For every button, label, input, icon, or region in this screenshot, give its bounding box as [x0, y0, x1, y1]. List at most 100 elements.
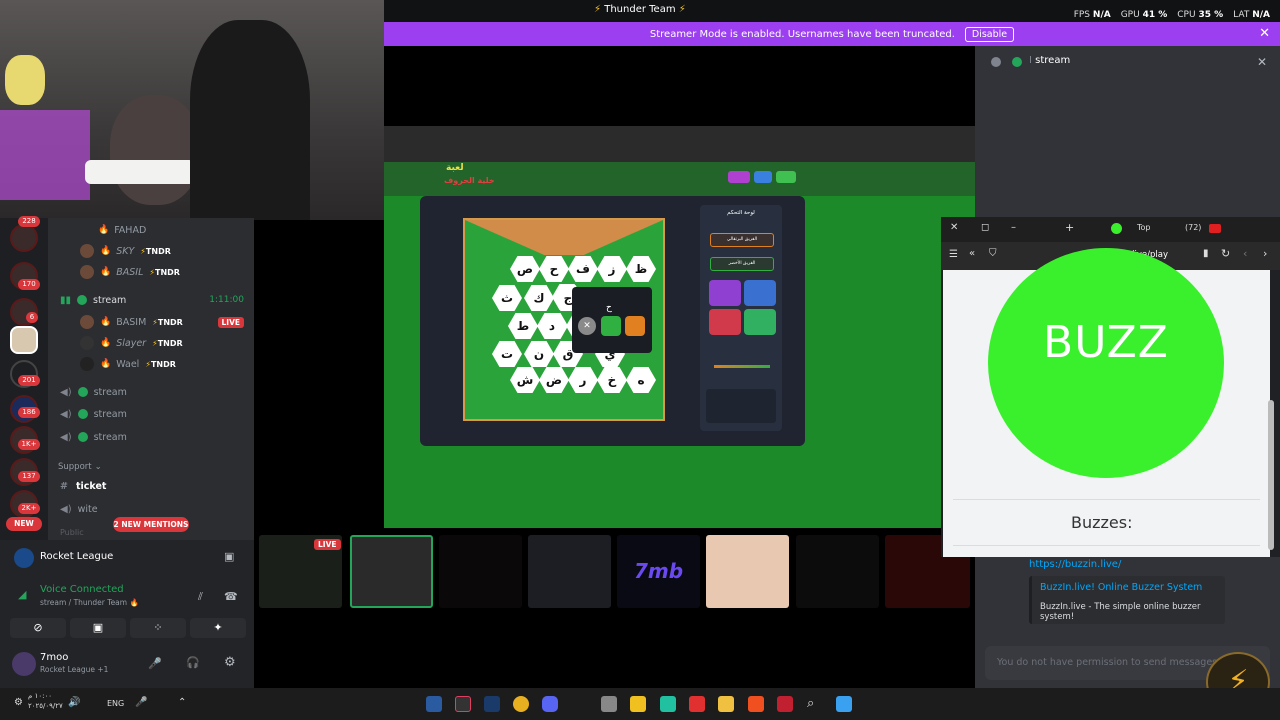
participant-tile[interactable]	[706, 535, 789, 608]
control-button[interactable]	[709, 309, 741, 335]
voice-member[interactable]: 🔥 FAHAD	[48, 221, 254, 239]
obs-icon[interactable]	[455, 696, 471, 712]
hex-cell[interactable]: ص	[510, 256, 540, 282]
participant-tile[interactable]: LIVE	[259, 535, 342, 608]
app-icon[interactable]	[777, 696, 793, 712]
hex-cell[interactable]: ن	[524, 341, 554, 367]
control-button[interactable]	[744, 309, 776, 335]
new-tab-icon[interactable]: +	[1065, 221, 1074, 234]
clear-button[interactable]: ✕	[578, 317, 596, 335]
chevron-up-icon[interactable]: ⌃	[178, 697, 186, 708]
app-icon[interactable]	[660, 696, 676, 712]
close-icon[interactable]: ✕	[950, 222, 958, 233]
voice-channel-stream[interactable]: ▮▮ stream 1:11:00	[48, 291, 254, 309]
tray-icon[interactable]: ⚙	[14, 697, 23, 708]
timer-bar[interactable]	[714, 365, 770, 368]
control-button[interactable]	[709, 280, 741, 306]
browser-tab[interactable]: Top	[1137, 223, 1151, 232]
search-icon[interactable]: ⌕	[807, 696, 823, 712]
clock[interactable]: ١٠:٠٠ م ٢٠٢٥/٠٩/٢٧	[28, 691, 63, 711]
hex-cell[interactable]: ظ	[626, 256, 656, 282]
new-mentions-pill[interactable]: 2 NEW MENTIONS	[113, 517, 189, 532]
hex-cell[interactable]: ح	[539, 256, 569, 282]
team-orange-label[interactable]: الفريق البرتقالي	[710, 233, 774, 247]
participant-tile[interactable]	[350, 535, 433, 608]
hex-cell[interactable]: ث	[492, 285, 522, 311]
orange-team-button[interactable]	[625, 316, 645, 336]
control-button[interactable]	[744, 280, 776, 306]
steam-icon[interactable]	[484, 696, 500, 712]
headphones-icon[interactable]: 🎧	[186, 656, 200, 669]
youtube-icon[interactable]	[1209, 224, 1221, 233]
category-support[interactable]: Support ⌄	[48, 458, 254, 476]
disable-button[interactable]: Disable	[964, 26, 1015, 42]
screen-share-button[interactable]: ▣	[70, 618, 126, 638]
participant-tile[interactable]	[439, 535, 522, 608]
forward-icon[interactable]: ›	[1263, 247, 1267, 260]
soundboard-button[interactable]: ✦	[190, 618, 246, 638]
browser-tab-count[interactable]: (72)	[1185, 223, 1201, 232]
embed-title[interactable]: BuzzIn.live! Online Buzzer System	[1040, 582, 1202, 593]
voice-channel-wite[interactable]: ◀) wite	[48, 500, 254, 518]
microphone-icon[interactable]: 🎤	[135, 697, 147, 708]
hex-cell[interactable]: ت	[492, 341, 522, 367]
hex-cell[interactable]: ف	[568, 256, 598, 282]
voice-channel[interactable]: ◀) stream	[48, 383, 254, 401]
disconnect-icon[interactable]: ☎	[224, 590, 238, 603]
windows-start-icon[interactable]	[836, 696, 852, 712]
server-icon[interactable]	[10, 326, 38, 354]
microphone-icon[interactable]: 🎤	[148, 657, 162, 670]
close-icon[interactable]: ✕	[1257, 55, 1267, 69]
buzz-button[interactable]: BUZZ	[988, 248, 1224, 478]
team-green-label[interactable]: الفريق الأخضر	[710, 257, 774, 271]
hex-cell[interactable]: ط	[508, 313, 538, 339]
voice-member[interactable]: 🔥 BASIM ⚡TNDR LIVE	[48, 313, 254, 331]
chat-link[interactable]: https://buzzin.live/	[1029, 559, 1121, 570]
scrollbar[interactable]	[1268, 400, 1274, 550]
app-icon[interactable]	[689, 696, 705, 712]
header-button[interactable]	[776, 171, 796, 183]
green-team-button[interactable]	[601, 316, 621, 336]
activities-button[interactable]: ⁘	[130, 618, 186, 638]
language-indicator[interactable]: ENG	[107, 699, 124, 708]
hex-cell[interactable]: ز	[597, 256, 627, 282]
new-badge[interactable]: NEW	[6, 517, 42, 531]
avatar[interactable]	[12, 652, 36, 676]
defender-icon[interactable]	[426, 696, 442, 712]
reload-icon[interactable]: ↻	[1221, 247, 1230, 260]
shield-icon[interactable]: ⛉	[989, 248, 997, 259]
voice-channel[interactable]: ◀) stream	[48, 405, 254, 423]
voice-member[interactable]: 🔥 Wael ⚡TNDR	[48, 355, 254, 373]
voice-channel-name[interactable]: stream / Thunder Team 🔥	[40, 598, 139, 607]
voice-member[interactable]: 🔥 Slayer ⚡TNDR	[48, 334, 254, 352]
participant-tile[interactable]	[528, 535, 611, 608]
buzzin-tab-icon[interactable]	[1111, 223, 1122, 234]
hex-cell[interactable]: ك	[524, 285, 554, 311]
maximize-icon[interactable]: ◻	[981, 222, 989, 233]
voice-member[interactable]: 🔥 BASIL ⚡TNDR	[48, 263, 254, 281]
gear-icon[interactable]: ⚙	[224, 655, 236, 670]
server-icon[interactable]	[10, 224, 38, 252]
voice-member[interactable]: 🔥 SKY ⚡TNDR	[48, 242, 254, 260]
file-explorer-icon[interactable]	[718, 696, 734, 712]
participant-tile[interactable]: 7mb	[617, 535, 700, 608]
header-button[interactable]	[754, 171, 772, 183]
menu-icon[interactable]: ☰	[949, 249, 958, 260]
chrome-icon[interactable]	[513, 696, 529, 712]
close-icon[interactable]: ✕	[1259, 26, 1270, 41]
bookmark-icon[interactable]: ▮	[1203, 248, 1209, 259]
camera-off-button[interactable]: ⊘	[10, 618, 66, 638]
activity-icon[interactable]: ▣	[224, 550, 234, 563]
participant-tile[interactable]	[796, 535, 879, 608]
voice-channel[interactable]: ◀) stream	[48, 428, 254, 446]
discord-icon[interactable]	[542, 696, 558, 712]
notepad-icon[interactable]	[601, 696, 617, 712]
text-channel-ticket[interactable]: # ticket	[48, 477, 254, 495]
header-button[interactable]	[728, 171, 750, 183]
back-icon[interactable]: ‹	[1243, 247, 1247, 260]
volume-icon[interactable]: 🔊	[68, 697, 80, 708]
minimize-icon[interactable]: –	[1011, 222, 1016, 233]
app-icon[interactable]	[630, 696, 646, 712]
noise-suppression-icon[interactable]: ⫽	[198, 590, 203, 604]
brave-icon[interactable]	[748, 696, 764, 712]
